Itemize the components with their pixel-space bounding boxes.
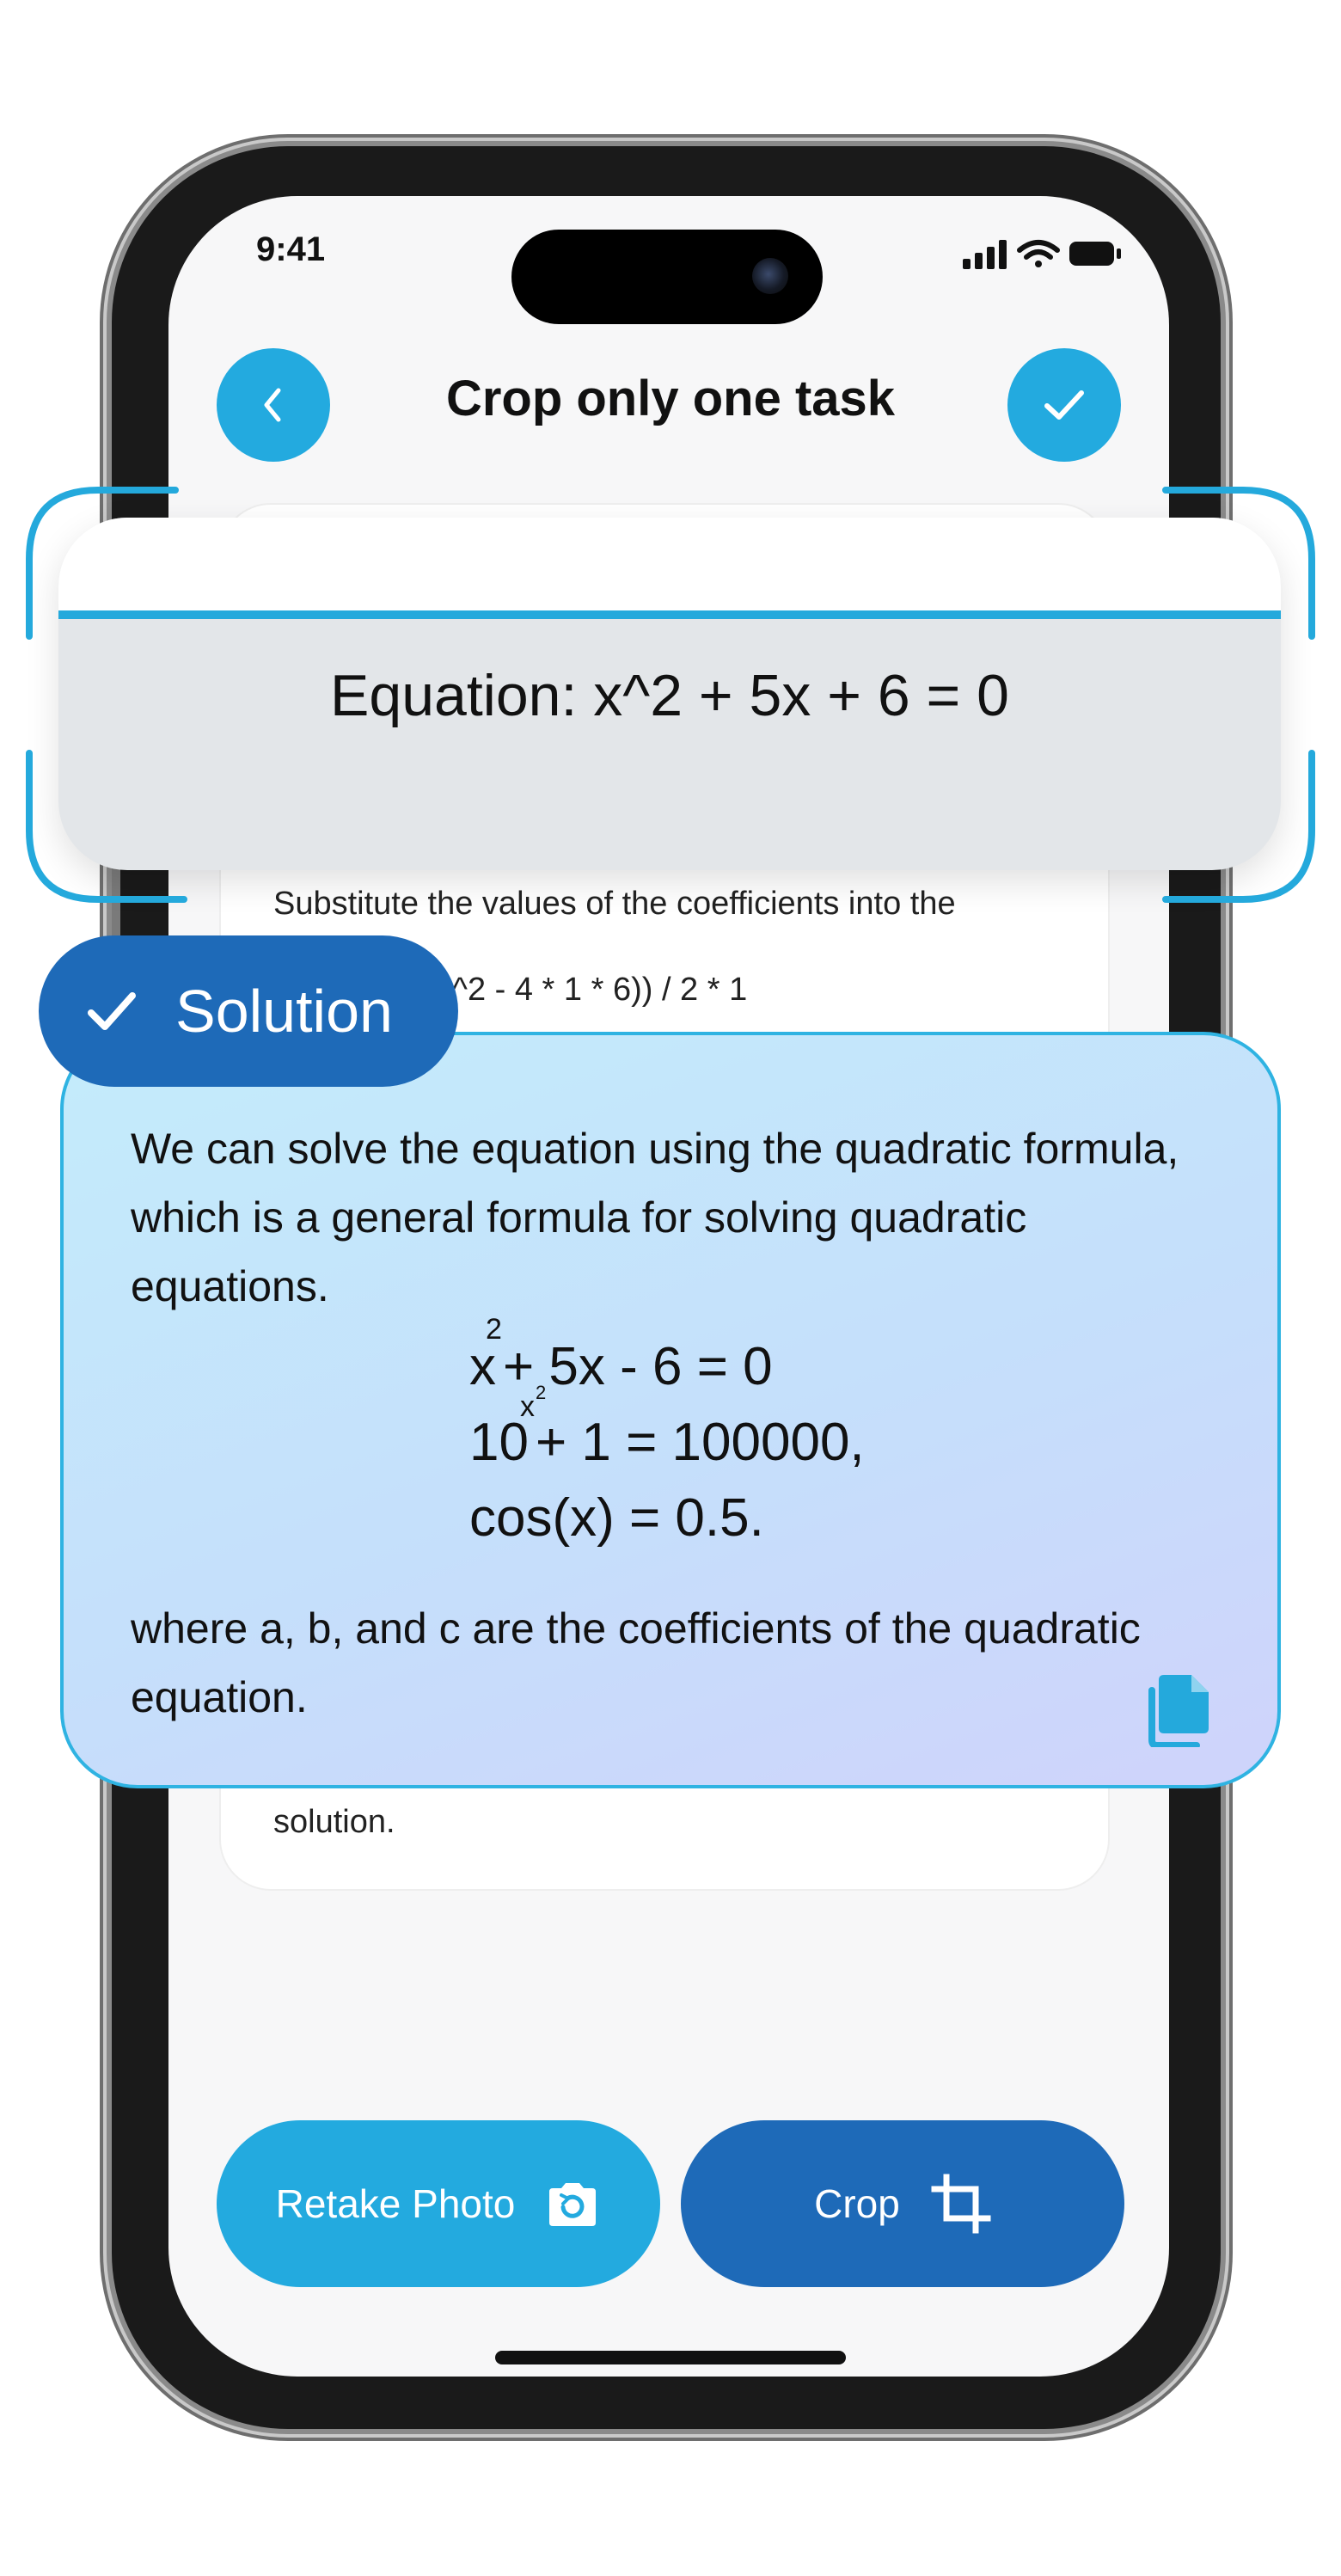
formula-1: x 2 + 5x - 6 = 0 [469, 1313, 773, 1397]
home-indicator [495, 2351, 846, 2364]
confirm-button[interactable] [1007, 348, 1121, 462]
crop-handle-top-right[interactable] [1157, 481, 1320, 645]
chevron-left-icon [264, 388, 281, 422]
dynamic-island [511, 230, 823, 324]
crop-icon [931, 2174, 991, 2234]
camera-icon [752, 258, 788, 294]
checkmark-icon [88, 992, 136, 1030]
solution-badge: Solution [39, 935, 458, 1087]
status-time: 9:41 [256, 230, 326, 268]
crop-header-strip [58, 518, 1281, 612]
checkmark-icon [1044, 390, 1084, 420]
status-icons [963, 240, 1121, 269]
formula-2-rest: + 1 = 100000, [535, 1413, 865, 1472]
solution-outro: where a, b, and c are the coefficients o… [131, 1604, 1141, 1721]
crop-handle-top-left[interactable] [21, 481, 184, 645]
signal-icon [963, 240, 1007, 269]
wifi-icon [1017, 240, 1060, 267]
solution-card: We can solve the equation using the quad… [60, 1032, 1281, 1788]
formula-1-exponent: 2 [486, 1313, 502, 1346]
crop-edge-line [58, 610, 1281, 619]
crop-label: Crop [814, 2181, 900, 2226]
camera-rotate-icon [549, 2183, 597, 2226]
content-line-solution: solution. [273, 1804, 395, 1840]
copy-icon[interactable] [1147, 1671, 1214, 1747]
formula-3: cos(x) = 0.5. [469, 1488, 764, 1548]
content-line-formula: 5^2 - 4 * 1 * 6)) / 2 * 1 [434, 972, 748, 1008]
solution-badge-label: Solution [175, 978, 393, 1045]
formula-2-exponent: x [519, 1390, 535, 1423]
equation-text: Equation: x^2 + 5x + 6 = 0 [330, 663, 1009, 728]
battery-icon [1069, 242, 1121, 266]
crop-handle-bottom-left[interactable] [21, 745, 193, 908]
page-title: Crop only one task [445, 371, 896, 426]
content-line-substitute: Substitute the values of the coefficient… [273, 886, 956, 922]
formula-2: 10 x 2 + 1 = 100000, [469, 1382, 865, 1473]
crop-button[interactable]: Crop [681, 2120, 1124, 2287]
back-button[interactable] [217, 348, 330, 462]
crop-handle-bottom-right[interactable] [1157, 745, 1320, 908]
retake-photo-label: Retake Photo [275, 2181, 516, 2226]
solution-intro: We can solve the equation using the quad… [131, 1125, 1179, 1310]
crop-selection[interactable]: Equation: x^2 + 5x + 6 = 0 [58, 518, 1281, 870]
retake-photo-button[interactable]: Retake Photo [217, 2120, 660, 2287]
formula-2-exponent-exponent: 2 [535, 1382, 547, 1403]
